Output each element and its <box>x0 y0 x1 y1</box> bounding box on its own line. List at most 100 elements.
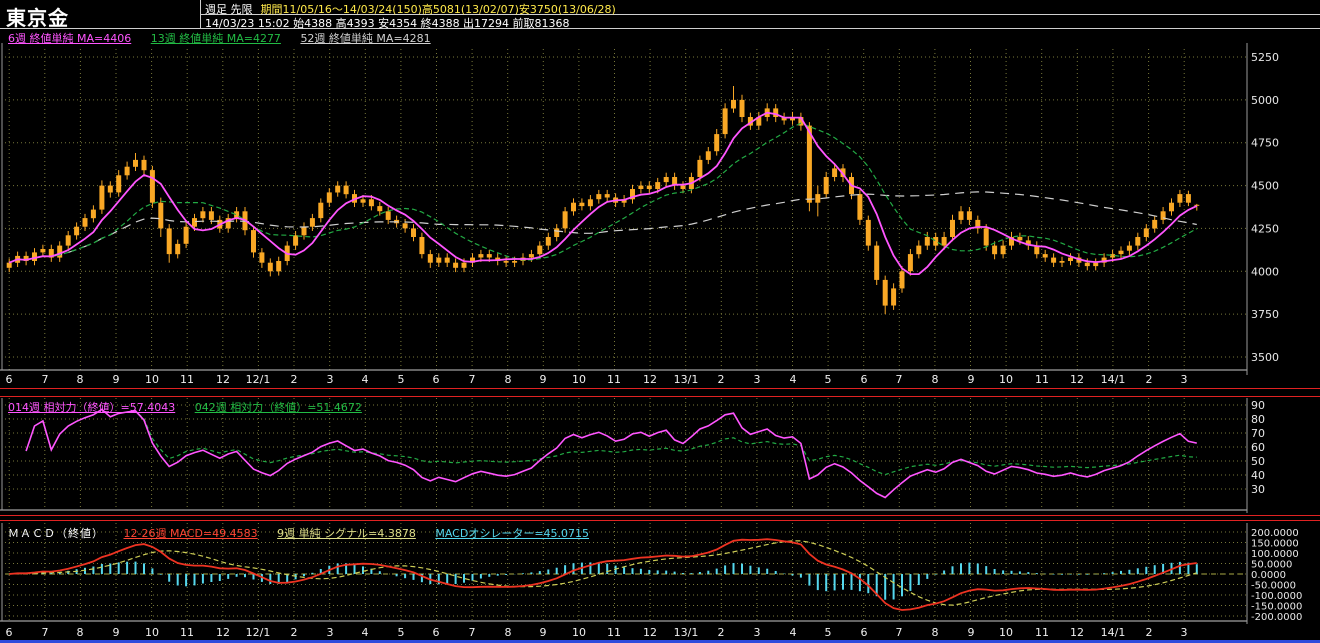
month-label: 13/1 <box>673 373 699 386</box>
macd-axis-label: 50.0000 <box>1251 560 1292 571</box>
month-label: 11 <box>1035 373 1049 386</box>
month-label: 12/1 <box>245 373 271 386</box>
chart-app-window: 東京金 週足 先限 期間11/05/16～14/03/24(150)高5081(1… <box>0 0 1320 643</box>
month-label: 7 <box>895 373 903 386</box>
month-label: 3 <box>326 373 334 386</box>
rsi-legend: 014週 相対力（終値）=57.4043 042週 相対力（終値）=51.467… <box>8 399 378 415</box>
price-axis-label: 4250 <box>1251 222 1279 235</box>
month-label: 2 <box>290 373 298 386</box>
month-label: 10 <box>145 373 159 386</box>
rsi14-legend-item[interactable]: 014週 相対力（終値）=57.4043 <box>8 401 175 414</box>
month-label: 7 <box>468 626 476 639</box>
month-label: 6 <box>432 626 440 639</box>
macd-oscillator-legend-item[interactable]: MACDオシレーター=45.0715 <box>435 527 589 540</box>
month-label: 10 <box>999 373 1013 386</box>
rsi-chart[interactable]: 90807060504030 <box>0 398 1320 513</box>
month-label: 11 <box>180 626 194 639</box>
month-label: 7 <box>895 626 903 639</box>
month-label: 13/1 <box>673 626 699 639</box>
month-label: 5 <box>824 626 832 639</box>
macd-line-legend-item[interactable]: 12-26週 MACD=49.4583 <box>124 527 258 540</box>
candles-layer <box>6 86 1200 315</box>
price-axis-label: 4750 <box>1251 137 1279 150</box>
month-label: 5 <box>397 373 405 386</box>
macd-axis-label: 100.0000 <box>1251 549 1299 560</box>
month-label: 5 <box>824 373 832 386</box>
separator-main-rsi-2 <box>0 396 1320 397</box>
instrument-title: 東京金 <box>6 6 69 30</box>
month-label: 10 <box>999 626 1013 639</box>
rsi-axis-label: 90 <box>1251 399 1265 412</box>
rsi-axis-label: 50 <box>1251 455 1265 468</box>
macd-signal-legend-item[interactable]: 9週 単純 シグナル=4.3878 <box>277 527 416 540</box>
ma13-legend-item[interactable]: 13週 終値単純 MA=4277 <box>151 32 281 45</box>
month-label: 2 <box>717 373 725 386</box>
month-label: 2 <box>717 626 725 639</box>
rsi-axis-label: 60 <box>1251 441 1265 454</box>
macd-legend: ＭＡＣＤ（終値） 12-26週 MACD=49.4583 9週 単純 シグナル=… <box>8 525 605 541</box>
month-label: 7 <box>41 373 49 386</box>
macd-axis-label: 0.0000 <box>1251 570 1286 581</box>
month-label: 11 <box>180 373 194 386</box>
macd-axis-label: 200.0000 <box>1251 528 1299 539</box>
month-label: 2 <box>1145 626 1153 639</box>
month-label: 9 <box>539 373 547 386</box>
month-label: 9 <box>967 373 975 386</box>
month-label: 9 <box>112 626 120 639</box>
month-label: 8 <box>504 373 512 386</box>
month-label: 9 <box>539 626 547 639</box>
x-axis-months-bottom: 6 7 8 9 10 11 12 12/1 2 3 4 5 6 7 8 9 10 11 12 13/1 2 3 4 5 6 7 8 9… <box>0 626 1320 639</box>
month-label: 5 <box>397 626 405 639</box>
macd-axis-label: 150.0000 <box>1251 539 1299 550</box>
price-candlestick-chart[interactable]: 5250 5000 4750 4500 4250 4000 3750 3500 <box>0 43 1320 375</box>
macd-histogram <box>16 561 1198 600</box>
month-label: 2 <box>290 626 298 639</box>
month-label: 11 <box>607 626 621 639</box>
month-label: 2 <box>1145 373 1153 386</box>
month-label: 8 <box>76 626 84 639</box>
price-axis-label: 3750 <box>1251 308 1279 321</box>
month-label: 10 <box>572 626 586 639</box>
price-axis-label: 3500 <box>1251 351 1279 364</box>
month-label: 3 <box>326 626 334 639</box>
month-label: 12 <box>1070 373 1084 386</box>
month-label: 6 <box>432 373 440 386</box>
month-label: 6 <box>860 373 868 386</box>
macd-axis-label: -100.0000 <box>1251 591 1302 602</box>
price-axis-label: 4000 <box>1251 265 1279 278</box>
main-grid <box>5 49 1246 370</box>
macd-axis-label: -200.0000 <box>1251 612 1302 623</box>
month-label: 6 <box>5 373 13 386</box>
month-label: 6 <box>860 626 868 639</box>
separator-rsi-macd-2 <box>0 520 1320 521</box>
ma6-legend-item[interactable]: 6週 終値単純 MA=4406 <box>8 32 131 45</box>
month-label: 12 <box>643 373 657 386</box>
rsi-axis-label: 80 <box>1251 413 1265 426</box>
month-label: 7 <box>41 626 49 639</box>
month-label: 12 <box>1070 626 1084 639</box>
month-label: 12 <box>216 373 230 386</box>
rsi-axis-label: 40 <box>1251 469 1265 482</box>
month-label: 8 <box>931 373 939 386</box>
month-label: 3 <box>1180 626 1188 639</box>
month-label: 9 <box>967 626 975 639</box>
rsi42-legend-item[interactable]: 042週 相対力（終値）=51.4672 <box>195 401 362 414</box>
macd-title-label: ＭＡＣＤ（終値） <box>8 527 104 540</box>
rsi-axis-label: 70 <box>1251 427 1265 440</box>
price-axis-label: 5000 <box>1251 94 1279 107</box>
month-label: 14/1 <box>1100 626 1126 639</box>
month-label: 9 <box>112 373 120 386</box>
month-label: 14/1 <box>1100 373 1126 386</box>
month-label: 8 <box>76 373 84 386</box>
month-label: 11 <box>1035 626 1049 639</box>
month-label: 3 <box>753 373 761 386</box>
rsi-axis-label: 30 <box>1251 483 1265 496</box>
month-label: 12/1 <box>245 626 271 639</box>
separator-main-rsi-1 <box>0 388 1320 389</box>
month-label: 12 <box>643 626 657 639</box>
rsi14-line <box>25 408 1197 499</box>
ma-legend: 6週 終値単純 MA=4406 13週 終値単純 MA=4277 52週 終値単… <box>8 30 447 46</box>
ma52-legend-item[interactable]: 52週 終値単純 MA=4281 <box>300 32 430 45</box>
month-label: 6 <box>5 626 13 639</box>
price-axis-label: 5250 <box>1251 51 1279 64</box>
